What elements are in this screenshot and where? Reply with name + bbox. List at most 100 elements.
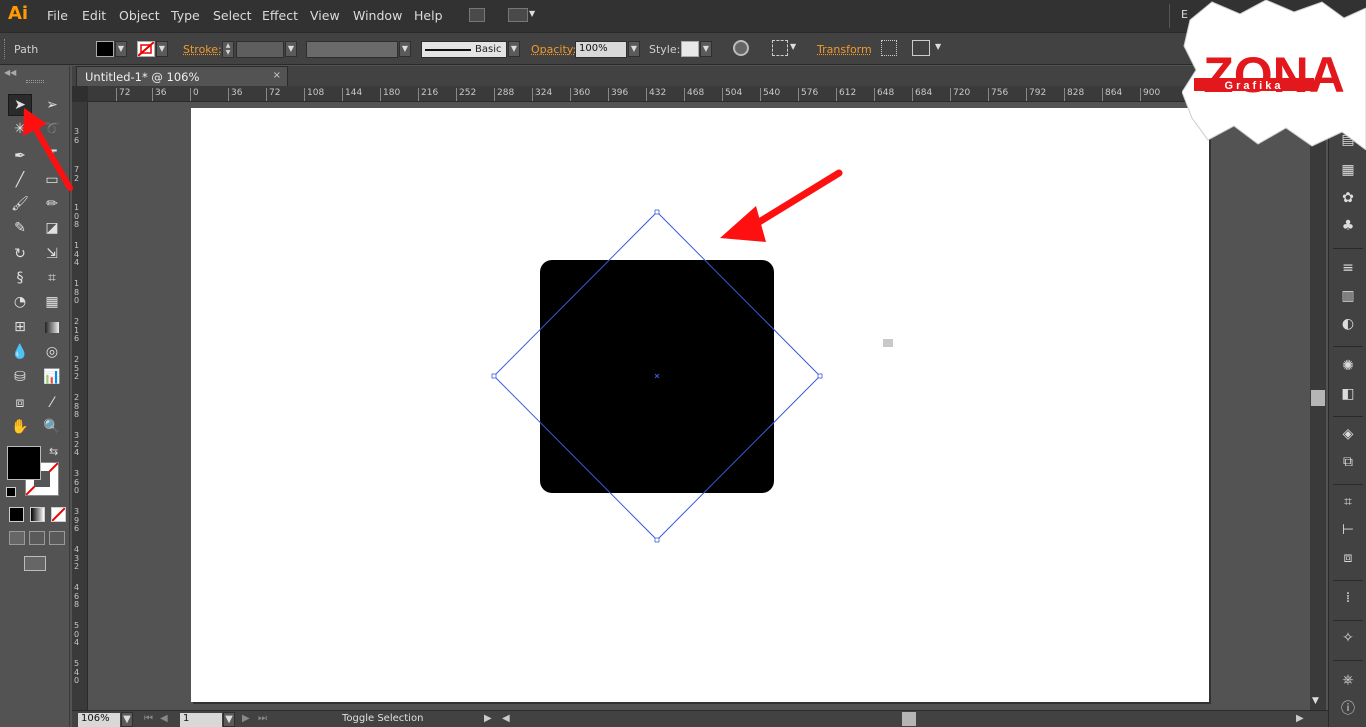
screen-mode-button[interactable] bbox=[24, 556, 46, 571]
fill-swatch[interactable] bbox=[96, 41, 114, 57]
swatches-icon[interactable]: ▦ bbox=[1338, 160, 1358, 180]
graphic-styles-icon[interactable]: ◧ bbox=[1338, 384, 1358, 404]
stroke-label[interactable]: Stroke: bbox=[183, 43, 222, 56]
menu-select[interactable]: Select bbox=[213, 8, 252, 23]
scroll-left-icon[interactable]: ◀ bbox=[502, 713, 510, 724]
isolate-selected-icon[interactable] bbox=[881, 40, 897, 56]
opacity-label[interactable]: Opacity: bbox=[531, 43, 576, 56]
document-tab[interactable]: Untitled-1* @ 106% (RGB/Preview) × bbox=[76, 66, 288, 98]
variable-width-dropdown[interactable]: ▼ bbox=[399, 41, 411, 57]
variable-width-profile[interactable] bbox=[306, 41, 398, 58]
transform-link[interactable]: Transform bbox=[817, 43, 872, 56]
appearance-icon[interactable]: ✺ bbox=[1338, 356, 1358, 376]
recolor-artwork-icon[interactable] bbox=[733, 40, 749, 56]
default-fill-stroke-icon[interactable] bbox=[6, 487, 16, 497]
brushes-icon[interactable]: ✿ bbox=[1338, 188, 1358, 208]
stroke-panel-icon[interactable]: ≡ bbox=[1338, 258, 1358, 278]
eraser-tool[interactable]: ◪ bbox=[40, 217, 64, 239]
scale-tool[interactable]: ⇲ bbox=[40, 243, 64, 265]
swap-fill-stroke-icon[interactable]: ⇆ bbox=[49, 445, 58, 458]
align-dropdown-icon[interactable]: ▼ bbox=[790, 42, 796, 51]
opacity-dropdown[interactable]: ▼ bbox=[628, 41, 640, 57]
blend-tool[interactable]: ◎ bbox=[40, 341, 64, 363]
arrange-documents-icon[interactable] bbox=[508, 8, 528, 22]
transform-panel-icon[interactable]: ⌗ bbox=[1338, 492, 1358, 512]
bottom-handle[interactable] bbox=[654, 537, 660, 543]
zoom-tool[interactable]: 🔍 bbox=[40, 416, 64, 438]
make-envelope-icon[interactable] bbox=[912, 40, 930, 56]
canvas[interactable] bbox=[88, 102, 1310, 710]
draw-normal-button[interactable] bbox=[9, 531, 25, 545]
menu-help[interactable]: Help bbox=[414, 8, 443, 23]
gradient-mode-button[interactable] bbox=[30, 507, 45, 522]
menu-type[interactable]: Type bbox=[171, 8, 200, 23]
shape-builder-tool[interactable]: ◔ bbox=[8, 291, 32, 313]
align-to-selection-icon[interactable] bbox=[772, 40, 788, 56]
artwork-layer[interactable] bbox=[88, 102, 1310, 710]
info-icon[interactable]: ⓘ bbox=[1338, 698, 1358, 718]
symbol-sprayer-tool[interactable]: ⛁ bbox=[8, 366, 32, 388]
perspective-grid-tool[interactable]: ▦ bbox=[40, 291, 64, 313]
stroke-weight-dropdown[interactable]: ▼ bbox=[285, 41, 297, 57]
transparency-icon[interactable]: ◐ bbox=[1338, 314, 1358, 334]
last-artboard-icon[interactable]: ⏭ bbox=[258, 713, 267, 724]
distribute-icon[interactable]: ⁞ bbox=[1338, 588, 1358, 608]
brush-definition-field[interactable]: Basic bbox=[421, 41, 507, 58]
stroke-weight-stepper[interactable]: ▲ ▼ bbox=[222, 41, 234, 58]
fill-dropdown[interactable]: ▼ bbox=[115, 41, 127, 57]
draw-inside-button[interactable] bbox=[49, 531, 65, 545]
navigator-icon[interactable]: ⎈ bbox=[1338, 670, 1358, 690]
blob-brush-tool[interactable]: ✎ bbox=[8, 217, 32, 239]
pathfinder-icon[interactable]: ⧈ bbox=[1338, 548, 1358, 568]
top-handle[interactable] bbox=[654, 209, 660, 215]
mesh-tool[interactable]: ⊞ bbox=[8, 316, 32, 338]
symbols-icon[interactable]: ♣ bbox=[1338, 216, 1358, 236]
scroll-down-icon[interactable]: ▼ bbox=[1312, 696, 1319, 706]
stroke-swatch[interactable] bbox=[137, 41, 155, 57]
left-handle[interactable] bbox=[491, 373, 497, 379]
none-mode-button[interactable] bbox=[51, 507, 66, 522]
close-tab-icon[interactable]: × bbox=[273, 70, 281, 81]
horizontal-scrollbar-thumb[interactable] bbox=[902, 712, 916, 726]
graphic-style-swatch[interactable] bbox=[681, 41, 699, 57]
warp-tool[interactable]: § bbox=[8, 267, 32, 289]
collapse-panel-icon[interactable]: ◀◀ bbox=[4, 68, 16, 77]
magic-wand-panel-icon[interactable]: ✧ bbox=[1338, 628, 1358, 648]
menu-object[interactable]: Object bbox=[119, 8, 160, 23]
stroke-weight-field[interactable] bbox=[236, 41, 284, 58]
menu-effect[interactable]: Effect bbox=[262, 8, 298, 23]
stroke-dropdown[interactable]: ▼ bbox=[156, 41, 168, 57]
graphic-style-dropdown[interactable]: ▼ bbox=[700, 41, 712, 57]
zoom-level-field[interactable]: 106% bbox=[78, 713, 120, 727]
slice-tool[interactable]: ⁄ bbox=[40, 392, 64, 414]
scroll-right-icon[interactable]: ▶ bbox=[1296, 713, 1304, 724]
color-mode-button[interactable] bbox=[9, 507, 24, 522]
menu-file[interactable]: File bbox=[47, 8, 68, 23]
align-panel-icon[interactable]: ⊢ bbox=[1338, 520, 1358, 540]
menu-window[interactable]: Window bbox=[353, 8, 402, 23]
draw-behind-button[interactable] bbox=[29, 531, 45, 545]
free-transform-tool[interactable]: ⌗ bbox=[40, 267, 64, 289]
gradient-panel-icon[interactable]: ▥ bbox=[1338, 286, 1358, 306]
bridge-icon[interactable] bbox=[469, 8, 485, 22]
previous-artboard-icon[interactable]: ◀ bbox=[160, 713, 168, 724]
status-menu-icon[interactable]: ▶ bbox=[484, 713, 492, 724]
tools-panel-grip[interactable] bbox=[26, 80, 44, 83]
rotate-tool[interactable]: ↻ bbox=[8, 243, 32, 265]
artboards-icon[interactable]: ⧉ bbox=[1338, 452, 1358, 472]
hand-tool[interactable]: ✋ bbox=[8, 416, 32, 438]
artboard-tool[interactable]: ⧈ bbox=[8, 392, 32, 414]
menu-edit[interactable]: Edit bbox=[82, 8, 106, 23]
layers-icon[interactable]: ◈ bbox=[1338, 424, 1358, 444]
gradient-tool[interactable] bbox=[40, 316, 64, 338]
envelope-dropdown-icon[interactable]: ▼ bbox=[935, 42, 941, 51]
column-graph-tool[interactable]: 📊 bbox=[40, 366, 64, 388]
artboard-number-field[interactable]: 1 bbox=[180, 713, 222, 727]
artboard-dropdown[interactable]: ▼ bbox=[223, 712, 235, 727]
arrange-dropdown-icon[interactable]: ▼ bbox=[529, 9, 535, 18]
horizontal-ruler[interactable]: 72 36 0 36 72 108 144 180 216 252 288 324 360 396 432 4… bbox=[72, 86, 1310, 102]
vertical-scrollbar-thumb[interactable] bbox=[1311, 390, 1325, 406]
eyedropper-tool[interactable]: 💧 bbox=[8, 341, 32, 363]
next-artboard-icon[interactable]: ▶ bbox=[242, 713, 250, 724]
menu-view[interactable]: View bbox=[310, 8, 340, 23]
